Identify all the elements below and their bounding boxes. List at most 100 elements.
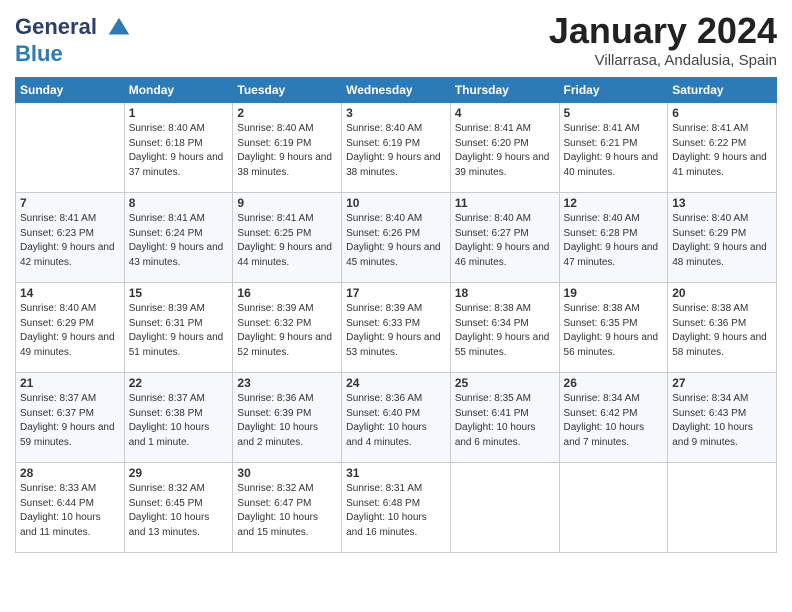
day-info: Sunrise: 8:37 AM Sunset: 6:37 PM Dayligh…	[20, 392, 120, 450]
weekday-header-wednesday: Wednesday	[342, 78, 451, 103]
day-number: 8	[129, 196, 229, 210]
weekday-header-saturday: Saturday	[668, 78, 777, 103]
day-number: 11	[455, 196, 555, 210]
day-number: 17	[346, 286, 446, 300]
day-cell: 21 Sunrise: 8:37 AM Sunset: 6:37 PM Dayli…	[16, 373, 125, 463]
day-number: 20	[672, 286, 772, 300]
day-info: Sunrise: 8:40 AM Sunset: 6:29 PM Dayligh…	[672, 212, 772, 270]
calendar-table: SundayMondayTuesdayWednesdayThursdayFrid…	[15, 77, 777, 553]
day-cell: 25 Sunrise: 8:35 AM Sunset: 6:41 PM Dayli…	[450, 373, 559, 463]
page-header: General Blue January 2024 Villarrasa, An…	[15, 10, 777, 69]
day-cell: 9 Sunrise: 8:41 AM Sunset: 6:25 PM Daylig…	[233, 193, 342, 283]
day-cell: 28 Sunrise: 8:33 AM Sunset: 6:44 PM Dayli…	[16, 463, 125, 553]
day-number: 29	[129, 466, 229, 480]
weekday-header-tuesday: Tuesday	[233, 78, 342, 103]
day-info: Sunrise: 8:38 AM Sunset: 6:34 PM Dayligh…	[455, 302, 555, 360]
week-row-4: 21 Sunrise: 8:37 AM Sunset: 6:37 PM Dayli…	[16, 373, 777, 463]
day-info: Sunrise: 8:41 AM Sunset: 6:22 PM Dayligh…	[672, 122, 772, 180]
day-info: Sunrise: 8:36 AM Sunset: 6:40 PM Dayligh…	[346, 392, 446, 450]
day-number: 2	[237, 106, 337, 120]
day-cell: 18 Sunrise: 8:38 AM Sunset: 6:34 PM Dayli…	[450, 283, 559, 373]
day-cell: 7Sunrise: 8:41 AM Sunset: 6:23 PM Daylig…	[16, 193, 125, 283]
day-cell	[559, 463, 668, 553]
day-info: Sunrise: 8:36 AM Sunset: 6:39 PM Dayligh…	[237, 392, 337, 450]
weekday-header-thursday: Thursday	[450, 78, 559, 103]
day-cell: 11 Sunrise: 8:40 AM Sunset: 6:27 PM Dayli…	[450, 193, 559, 283]
day-info: Sunrise: 8:40 AM Sunset: 6:18 PM Dayligh…	[129, 122, 229, 180]
week-row-1: 1Sunrise: 8:40 AM Sunset: 6:18 PM Daylig…	[16, 103, 777, 193]
day-info: Sunrise: 8:40 AM Sunset: 6:19 PM Dayligh…	[346, 122, 446, 180]
day-number: 22	[129, 376, 229, 390]
day-info: Sunrise: 8:32 AM Sunset: 6:45 PM Dayligh…	[129, 482, 229, 540]
day-cell: 10Sunrise: 8:40 AM Sunset: 6:26 PM Dayli…	[342, 193, 451, 283]
day-cell: 19 Sunrise: 8:38 AM Sunset: 6:35 PM Dayli…	[559, 283, 668, 373]
day-cell: 5 Sunrise: 8:41 AM Sunset: 6:21 PM Daylig…	[559, 103, 668, 193]
day-number: 23	[237, 376, 337, 390]
day-info: Sunrise: 8:40 AM Sunset: 6:28 PM Dayligh…	[564, 212, 664, 270]
day-info: Sunrise: 8:38 AM Sunset: 6:35 PM Dayligh…	[564, 302, 664, 360]
day-cell: 30 Sunrise: 8:32 AM Sunset: 6:47 PM Dayli…	[233, 463, 342, 553]
day-info: Sunrise: 8:32 AM Sunset: 6:47 PM Dayligh…	[237, 482, 337, 540]
day-info: Sunrise: 8:40 AM Sunset: 6:19 PM Dayligh…	[237, 122, 337, 180]
day-number: 6	[672, 106, 772, 120]
day-cell: 24 Sunrise: 8:36 AM Sunset: 6:40 PM Dayli…	[342, 373, 451, 463]
logo-text: General Blue	[15, 14, 133, 66]
day-info: Sunrise: 8:39 AM Sunset: 6:32 PM Dayligh…	[237, 302, 337, 360]
day-info: Sunrise: 8:41 AM Sunset: 6:24 PM Dayligh…	[129, 212, 229, 270]
weekday-header-row: SundayMondayTuesdayWednesdayThursdayFrid…	[16, 78, 777, 103]
day-info: Sunrise: 8:40 AM Sunset: 6:27 PM Dayligh…	[455, 212, 555, 270]
day-info: Sunrise: 8:31 AM Sunset: 6:48 PM Dayligh…	[346, 482, 446, 540]
day-cell: 16 Sunrise: 8:39 AM Sunset: 6:32 PM Dayli…	[233, 283, 342, 373]
day-number: 25	[455, 376, 555, 390]
day-info: Sunrise: 8:41 AM Sunset: 6:20 PM Dayligh…	[455, 122, 555, 180]
day-number: 30	[237, 466, 337, 480]
weekday-header-monday: Monday	[124, 78, 233, 103]
day-cell: 27 Sunrise: 8:34 AM Sunset: 6:43 PM Dayli…	[668, 373, 777, 463]
day-number: 13	[672, 196, 772, 210]
day-number: 27	[672, 376, 772, 390]
day-number: 5	[564, 106, 664, 120]
day-number: 12	[564, 196, 664, 210]
day-cell	[450, 463, 559, 553]
day-info: Sunrise: 8:38 AM Sunset: 6:36 PM Dayligh…	[672, 302, 772, 360]
location: Villarrasa, Andalusia, Spain	[549, 52, 777, 69]
day-cell: 17 Sunrise: 8:39 AM Sunset: 6:33 PM Dayli…	[342, 283, 451, 373]
day-info: Sunrise: 8:33 AM Sunset: 6:44 PM Dayligh…	[20, 482, 120, 540]
day-info: Sunrise: 8:41 AM Sunset: 6:21 PM Dayligh…	[564, 122, 664, 180]
day-number: 9	[237, 196, 337, 210]
day-cell: 8 Sunrise: 8:41 AM Sunset: 6:24 PM Daylig…	[124, 193, 233, 283]
day-number: 21	[20, 376, 120, 390]
weekday-header-sunday: Sunday	[16, 78, 125, 103]
day-info: Sunrise: 8:39 AM Sunset: 6:31 PM Dayligh…	[129, 302, 229, 360]
day-info: Sunrise: 8:34 AM Sunset: 6:43 PM Dayligh…	[672, 392, 772, 450]
day-info: Sunrise: 8:40 AM Sunset: 6:29 PM Dayligh…	[20, 302, 120, 360]
day-number: 10	[346, 196, 446, 210]
day-number: 26	[564, 376, 664, 390]
day-cell: 22Sunrise: 8:37 AM Sunset: 6:38 PM Dayli…	[124, 373, 233, 463]
day-cell: 15Sunrise: 8:39 AM Sunset: 6:31 PM Dayli…	[124, 283, 233, 373]
day-cell: 31Sunrise: 8:31 AM Sunset: 6:48 PM Dayli…	[342, 463, 451, 553]
day-number: 28	[20, 466, 120, 480]
weekday-header-friday: Friday	[559, 78, 668, 103]
day-number: 4	[455, 106, 555, 120]
week-row-2: 7Sunrise: 8:41 AM Sunset: 6:23 PM Daylig…	[16, 193, 777, 283]
day-info: Sunrise: 8:41 AM Sunset: 6:25 PM Dayligh…	[237, 212, 337, 270]
day-number: 14	[20, 286, 120, 300]
day-cell	[16, 103, 125, 193]
day-cell: 3Sunrise: 8:40 AM Sunset: 6:19 PM Daylig…	[342, 103, 451, 193]
day-cell: 14 Sunrise: 8:40 AM Sunset: 6:29 PM Dayli…	[16, 283, 125, 373]
month-title: January 2024	[549, 10, 777, 52]
logo-line2: Blue	[15, 41, 63, 66]
week-row-5: 28 Sunrise: 8:33 AM Sunset: 6:44 PM Dayli…	[16, 463, 777, 553]
day-number: 24	[346, 376, 446, 390]
day-cell: 4 Sunrise: 8:41 AM Sunset: 6:20 PM Daylig…	[450, 103, 559, 193]
day-info: Sunrise: 8:35 AM Sunset: 6:41 PM Dayligh…	[455, 392, 555, 450]
day-number: 18	[455, 286, 555, 300]
day-number: 16	[237, 286, 337, 300]
day-cell: 20 Sunrise: 8:38 AM Sunset: 6:36 PM Dayli…	[668, 283, 777, 373]
logo: General Blue	[15, 14, 133, 66]
day-number: 19	[564, 286, 664, 300]
day-cell: 2 Sunrise: 8:40 AM Sunset: 6:19 PM Daylig…	[233, 103, 342, 193]
day-cell: 26Sunrise: 8:34 AM Sunset: 6:42 PM Dayli…	[559, 373, 668, 463]
day-info: Sunrise: 8:39 AM Sunset: 6:33 PM Dayligh…	[346, 302, 446, 360]
